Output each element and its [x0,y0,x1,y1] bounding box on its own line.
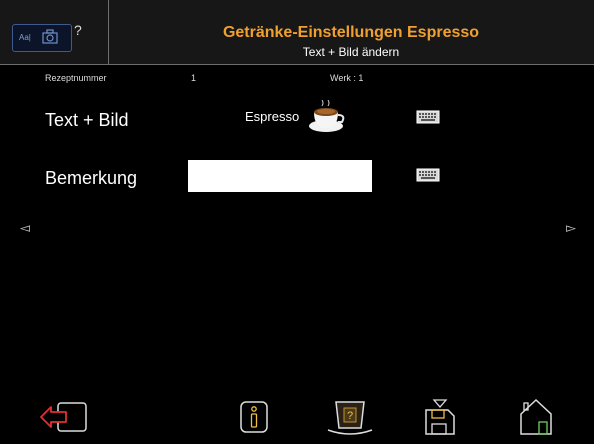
recipe-number-value: 1 [191,73,197,83]
text-mode-label: Aa| [19,33,31,42]
info-icon[interactable] [239,400,269,439]
coffee-cup-icon[interactable] [308,99,348,139]
header-divider [0,64,594,65]
factory-value: Werk : 1 [330,73,364,83]
drink-name[interactable]: Espresso [245,109,299,124]
text-image-label: Text + Bild [45,110,129,130]
remark-label: Bemerkung [45,168,138,188]
remark-field[interactable] [188,160,372,192]
text-image-mode-toggle[interactable]: Aa| [12,24,72,52]
next-arrow[interactable]: ▻ [566,220,576,236]
help-button[interactable]: ? [74,22,82,38]
recipe-number-label: Rezeptnummer [45,73,107,83]
previous-arrow[interactable]: ◅ [20,220,30,236]
svg-text:?: ? [347,410,353,422]
page-title: Getränke-Einstellungen Espresso [222,24,480,41]
home-icon[interactable] [518,398,554,441]
keyboard-icon[interactable] [416,110,440,129]
keyboard-icon[interactable] [416,168,440,187]
save-icon[interactable] [422,398,458,441]
beverage-help-icon[interactable]: ? [326,400,374,441]
exit-icon[interactable] [38,400,90,439]
page-subtitle: Text + Bild ändern [302,45,400,59]
camera-icon [41,28,59,51]
